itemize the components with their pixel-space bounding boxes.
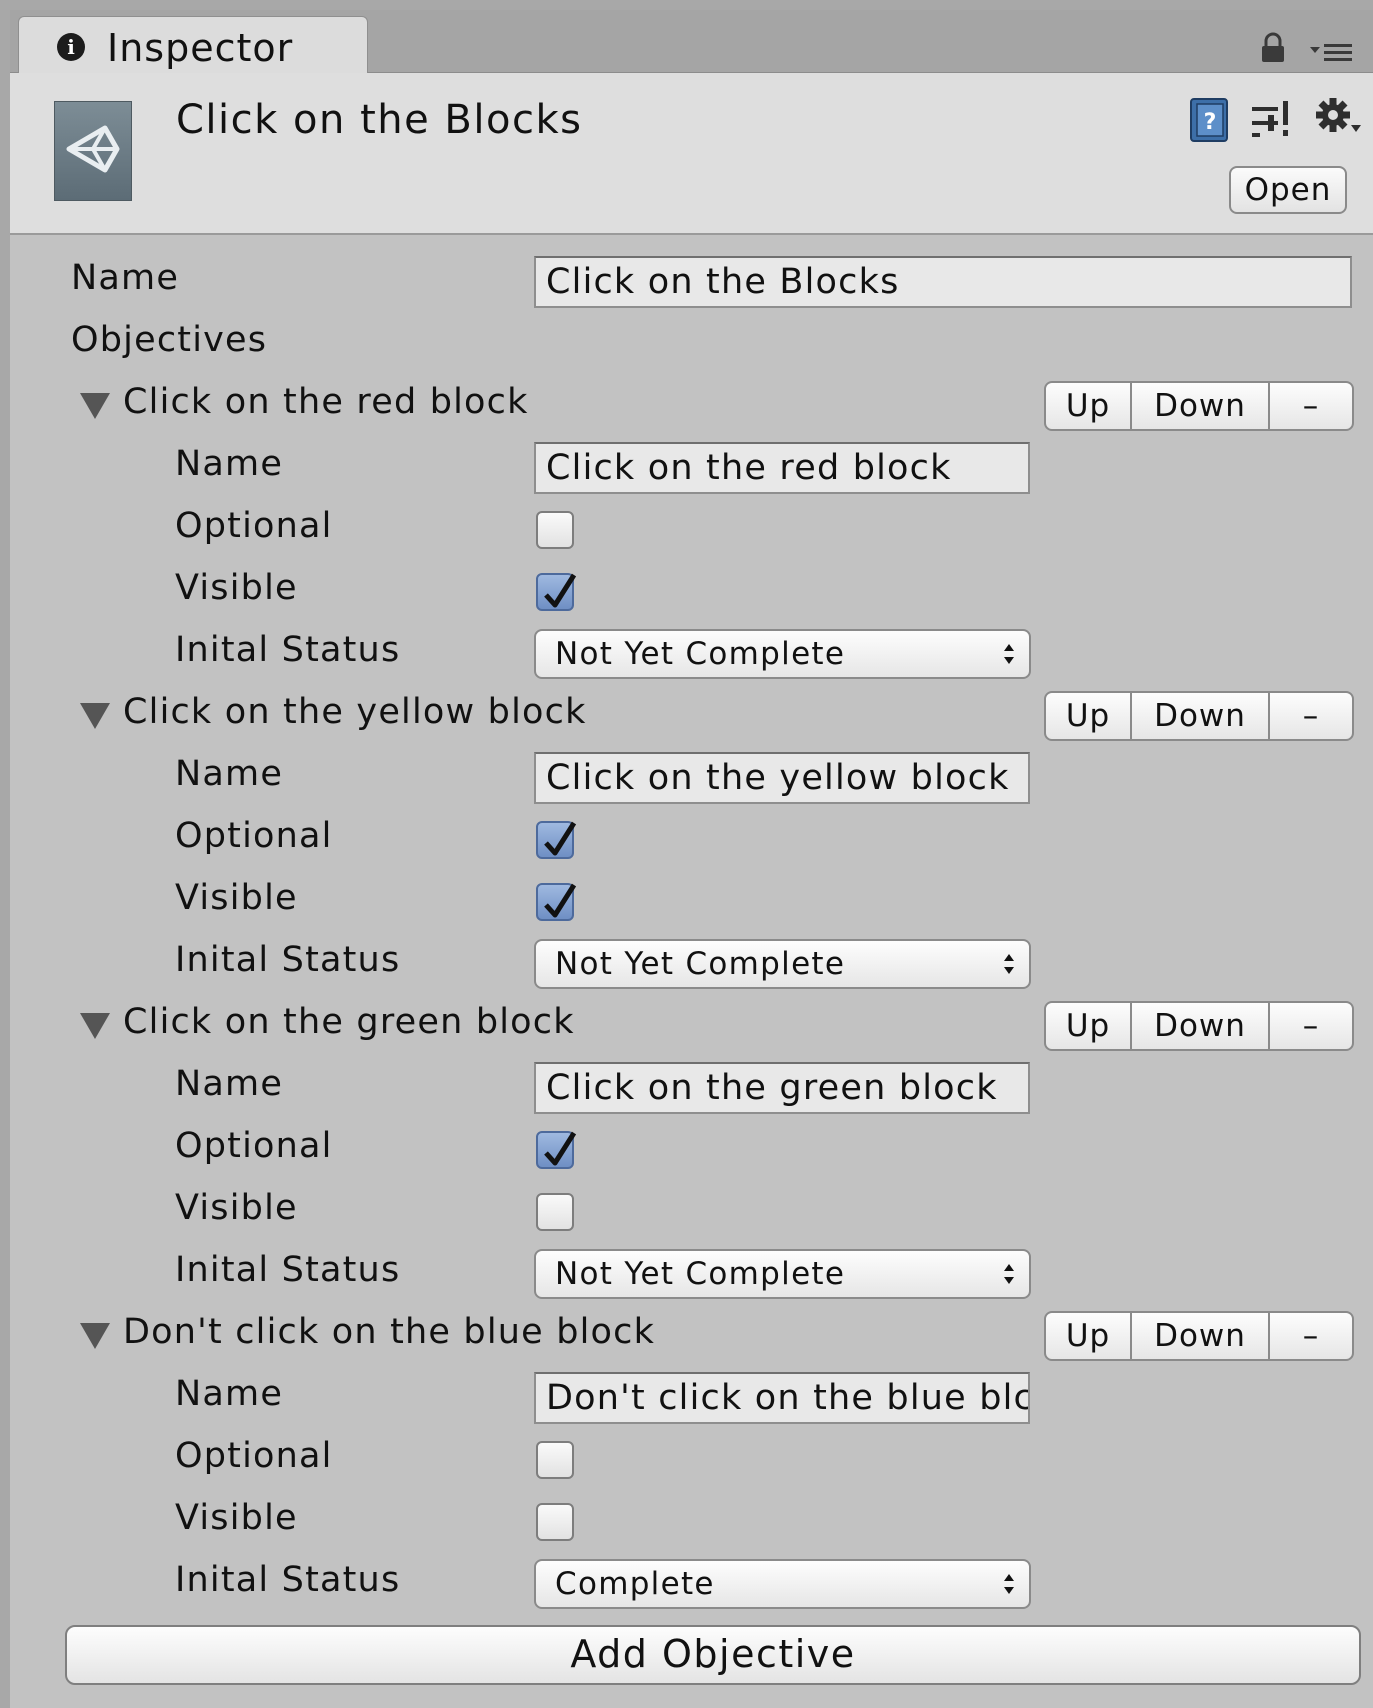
foldout-arrow-icon[interactable] [80, 703, 110, 729]
optional-label: Optional [175, 1436, 333, 1476]
status-label: Inital Status [175, 940, 401, 980]
remove-button[interactable]: – [1270, 693, 1352, 739]
down-button[interactable]: Down [1132, 1313, 1270, 1359]
remove-button[interactable]: – [1270, 1003, 1352, 1049]
dropdown-arrows-icon [1004, 1574, 1014, 1594]
inspector-header: Click on the Blocks ? Open [10, 73, 1373, 235]
checkmark-icon [544, 1131, 577, 1166]
objective-name-field[interactable]: Click on the green block [534, 1062, 1030, 1114]
visible-checkbox[interactable] [536, 1503, 574, 1541]
status-value: Not Yet Complete [555, 636, 846, 672]
optional-label: Optional [175, 1126, 333, 1166]
objective-buttons: Up Down – [1044, 691, 1354, 741]
name-label: Name [175, 1374, 284, 1414]
objective-buttons: Up Down – [1044, 1311, 1354, 1361]
status-dropdown[interactable]: Not Yet Complete [534, 1249, 1031, 1299]
dropdown-arrows-icon [1004, 1264, 1014, 1284]
optional-label: Optional [175, 816, 333, 856]
visible-label: Visible [175, 1188, 298, 1228]
status-dropdown[interactable]: Not Yet Complete [534, 939, 1031, 989]
optional-checkbox[interactable] [536, 1131, 577, 1169]
checkmark-icon [544, 573, 577, 608]
tab-label: Inspector [107, 26, 294, 70]
optional-checkbox[interactable] [536, 821, 577, 859]
inspector-panel: i Inspector Click on the Blocks ? Open N… [10, 10, 1373, 1708]
optional-label: Optional [175, 506, 333, 546]
objective-name-field[interactable]: Don't click on the blue blc [534, 1372, 1030, 1424]
visible-label: Visible [175, 1498, 298, 1538]
up-button[interactable]: Up [1046, 1313, 1132, 1359]
menu-icon[interactable] [1310, 42, 1354, 68]
foldout-arrow-icon[interactable] [80, 1323, 110, 1349]
up-button[interactable]: Up [1046, 1003, 1132, 1049]
status-value: Not Yet Complete [555, 1256, 846, 1292]
objective-buttons: Up Down – [1044, 381, 1354, 431]
objective-title[interactable]: Click on the yellow block [123, 692, 587, 732]
down-button[interactable]: Down [1132, 1003, 1270, 1049]
objective-title[interactable]: Click on the green block [123, 1002, 575, 1042]
svg-text:?: ? [1204, 110, 1217, 135]
visible-checkbox[interactable] [536, 573, 577, 611]
status-value: Not Yet Complete [555, 946, 846, 982]
status-value: Complete [555, 1566, 715, 1602]
lock-icon[interactable] [1260, 32, 1286, 68]
name-label: Name [71, 258, 180, 298]
status-label: Inital Status [175, 630, 401, 670]
visible-checkbox[interactable] [536, 1193, 574, 1231]
remove-button[interactable]: – [1270, 383, 1352, 429]
optional-checkbox[interactable] [536, 511, 574, 549]
visible-checkbox[interactable] [536, 883, 577, 921]
optional-checkbox[interactable] [536, 1441, 574, 1479]
help-book-icon[interactable]: ? [1187, 97, 1233, 147]
status-dropdown[interactable]: Not Yet Complete [534, 629, 1031, 679]
objective-name-field[interactable]: Click on the yellow block [534, 752, 1030, 804]
objective-buttons: Up Down – [1044, 1001, 1354, 1051]
add-objective-button[interactable]: Add Objective [65, 1625, 1361, 1685]
name-label: Name [175, 754, 284, 794]
up-button[interactable]: Up [1046, 693, 1132, 739]
gear-icon[interactable] [1313, 95, 1363, 145]
visible-label: Visible [175, 878, 298, 918]
down-button[interactable]: Down [1132, 693, 1270, 739]
objective-title[interactable]: Don't click on the blue block [123, 1312, 655, 1352]
tab-inspector[interactable]: i Inspector [18, 16, 368, 73]
checkmark-icon [544, 821, 577, 856]
name-label: Name [175, 1064, 284, 1104]
status-dropdown[interactable]: Complete [534, 1559, 1031, 1609]
dropdown-arrows-icon [1004, 644, 1014, 664]
status-label: Inital Status [175, 1250, 401, 1290]
page-title: Click on the Blocks [176, 97, 583, 143]
foldout-arrow-icon[interactable] [80, 393, 110, 419]
tab-strip: i Inspector [10, 10, 1373, 73]
status-label: Inital Status [175, 1560, 401, 1600]
objective-name-field[interactable]: Click on the red block [534, 442, 1030, 494]
up-button[interactable]: Up [1046, 383, 1132, 429]
name-field[interactable]: Click on the Blocks [534, 256, 1352, 308]
unity-asset-icon [54, 101, 132, 201]
presets-icon[interactable] [1250, 99, 1290, 145]
dropdown-arrows-icon [1004, 954, 1014, 974]
objective-title[interactable]: Click on the red block [123, 382, 529, 422]
down-button[interactable]: Down [1132, 383, 1270, 429]
name-label: Name [175, 444, 284, 484]
open-button[interactable]: Open [1229, 166, 1347, 214]
info-icon: i [57, 33, 85, 61]
foldout-arrow-icon[interactable] [80, 1013, 110, 1039]
checkmark-icon [544, 883, 577, 918]
visible-label: Visible [175, 568, 298, 608]
remove-button[interactable]: – [1270, 1313, 1352, 1359]
objectives-label: Objectives [71, 320, 268, 360]
